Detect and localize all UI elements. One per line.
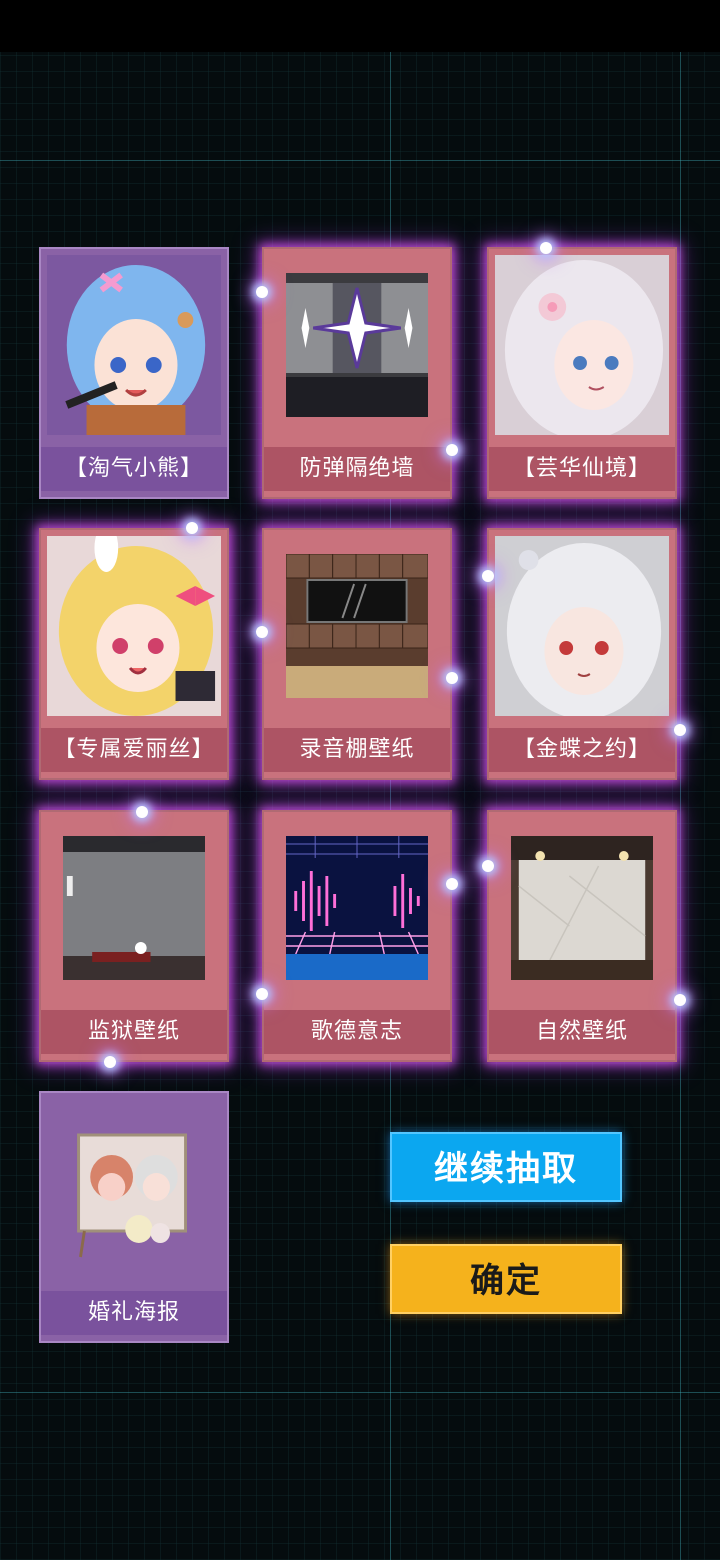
grid-line (0, 160, 720, 161)
reward-card-7[interactable]: 监狱壁纸 (39, 810, 229, 1062)
sparkle-effect (674, 994, 686, 1006)
reward-name: 录音棚壁纸 (264, 728, 450, 772)
wedding-poster-item-icon (63, 1117, 205, 1261)
reward-card-9[interactable]: 自然壁纸 (487, 810, 677, 1062)
continue-draw-button[interactable]: 继续抽取 (390, 1132, 622, 1202)
sparkle-effect (446, 444, 458, 456)
reward-card-2[interactable]: 防弹隔绝墙 (262, 247, 452, 499)
reward-card-8[interactable]: 歌德意志 (262, 810, 452, 1062)
blue-haired-girl-portrait (47, 255, 221, 435)
sparkle-effect (446, 672, 458, 684)
blonde-girl-portrait (47, 536, 221, 716)
neon-stage-item-icon (286, 836, 428, 980)
reward-name: 监狱壁纸 (41, 1010, 227, 1054)
reward-name: 歌德意志 (264, 1010, 450, 1054)
reward-name: 【金蝶之约】 (489, 728, 675, 772)
reward-name: 自然壁纸 (489, 1010, 675, 1054)
sparkle-effect (256, 286, 268, 298)
status-bar (0, 0, 720, 52)
reward-card-5[interactable]: 录音棚壁纸 (262, 528, 452, 780)
reward-name: 婚礼海报 (41, 1291, 227, 1335)
sparkle-effect (256, 626, 268, 638)
sparkle-effect (446, 878, 458, 890)
recording-studio-item-icon (286, 554, 428, 698)
reward-name: 防弹隔绝墙 (264, 447, 450, 491)
sparkle-effect (104, 1056, 116, 1068)
sparkle-effect (540, 242, 552, 254)
silver-haired-girl-portrait (495, 255, 669, 435)
sparkle-effect (256, 988, 268, 1000)
reward-card-6[interactable]: 【金蝶之约】 (487, 528, 677, 780)
reward-card-10[interactable]: 婚礼海报 (39, 1091, 229, 1343)
white-haired-girl-portrait (495, 536, 669, 716)
reward-name: 【淘气小熊】 (41, 447, 227, 491)
prison-item-icon (63, 836, 205, 980)
japanese-room-item-icon (511, 836, 653, 980)
grid-line (0, 1392, 720, 1393)
sparkle-effect (674, 724, 686, 736)
sparkle-effect (136, 806, 148, 818)
reward-name: 【芸华仙境】 (489, 447, 675, 491)
sparkle-effect (482, 860, 494, 872)
reward-card-4[interactable]: 【专属爱丽丝】 (39, 528, 229, 780)
metal-wall-item-icon (286, 273, 428, 417)
reward-card-3[interactable]: 【芸华仙境】 (487, 247, 677, 499)
sparkle-effect (186, 522, 198, 534)
sparkle-effect (482, 570, 494, 582)
reward-name: 【专属爱丽丝】 (41, 728, 227, 772)
confirm-button[interactable]: 确定 (390, 1244, 622, 1314)
grid-line (680, 52, 681, 1560)
reward-card-1[interactable]: 【淘气小熊】 (39, 247, 229, 499)
